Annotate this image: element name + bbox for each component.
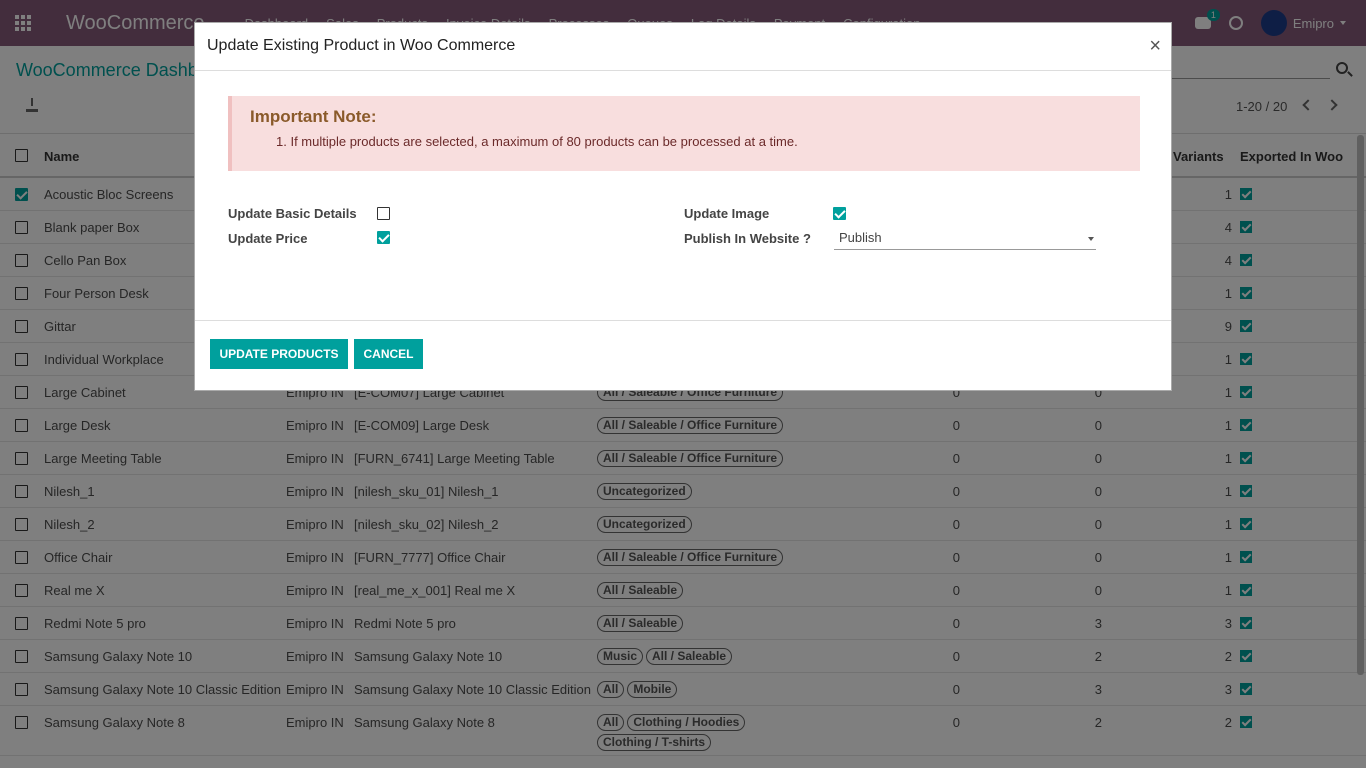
update-price-checkbox[interactable] (377, 231, 390, 244)
chevron-down-icon (1088, 237, 1094, 241)
note-text: 1. If multiple products are selected, a … (276, 134, 798, 149)
update-basic-details-checkbox[interactable] (377, 207, 390, 220)
update-product-dialog: Update Existing Product in Woo Commerce … (194, 22, 1172, 391)
dialog-footer: UPDATE PRODUCTS CANCEL (195, 320, 1171, 390)
cancel-button[interactable]: CANCEL (354, 339, 423, 369)
close-icon[interactable]: × (1149, 35, 1161, 58)
update-image-checkbox[interactable] (833, 207, 846, 220)
publish-select-value: Publish (839, 230, 882, 245)
publish-in-website-select[interactable]: Publish (834, 230, 1096, 250)
dialog-header: Update Existing Product in Woo Commerce … (195, 23, 1171, 71)
note-title: Important Note: (250, 107, 377, 126)
important-note: Important Note: 1. If multiple products … (228, 96, 1140, 171)
update-price-label: Update Price (228, 231, 308, 246)
update-image-label: Update Image (684, 206, 770, 221)
update-basic-details-label: Update Basic Details (228, 206, 357, 221)
update-products-button[interactable]: UPDATE PRODUCTS (210, 339, 348, 369)
dialog-title: Update Existing Product in Woo Commerce (207, 37, 516, 54)
publish-in-website-label: Publish In Website ? (684, 231, 811, 246)
